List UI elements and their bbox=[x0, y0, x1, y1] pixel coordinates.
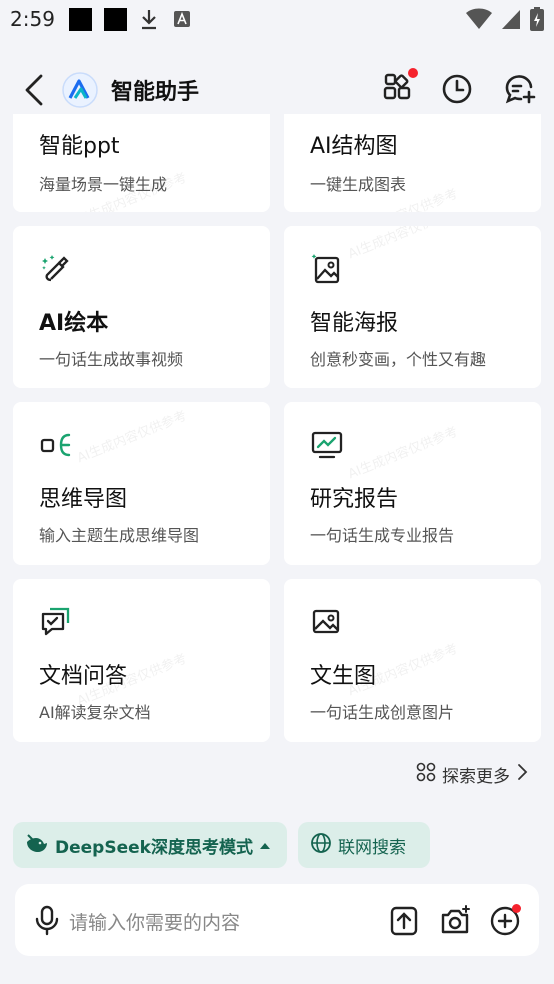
poster-image-icon bbox=[310, 252, 344, 286]
camera-icon[interactable] bbox=[439, 904, 471, 936]
card-research-report[interactable]: 研究报告 一句话生成专业报告 AI生成内容仅供参考 bbox=[284, 402, 541, 565]
ai-watermark: AI生成内容仅供参考 bbox=[346, 424, 461, 483]
magic-brush-icon bbox=[39, 252, 73, 286]
new-chat-icon[interactable] bbox=[503, 72, 537, 106]
mind-map-icon bbox=[39, 428, 73, 462]
card-mind-map[interactable]: 思维导图 输入主题生成思维导图 AI生成内容仅供参考 bbox=[13, 402, 270, 565]
notification-square-icon bbox=[103, 7, 127, 31]
card-title: 文档问答 bbox=[39, 664, 128, 689]
app-logo-icon bbox=[62, 72, 98, 108]
status-time: 2:59 bbox=[10, 7, 55, 31]
chevron-right-icon bbox=[516, 763, 528, 786]
notification-square-icon bbox=[68, 7, 92, 31]
ai-watermark: AI生成内容仅供参考 bbox=[75, 408, 190, 467]
notification-dot bbox=[512, 904, 521, 913]
page-title: 智能助手 bbox=[111, 80, 200, 105]
back-chevron-icon[interactable] bbox=[22, 73, 48, 107]
microphone-icon[interactable] bbox=[31, 904, 63, 936]
explore-more-label: 探索更多 bbox=[442, 767, 510, 787]
card-smart-ppt[interactable]: 智能ppt 海量场景一键生成 AI生成内容仅供参考 bbox=[13, 114, 270, 212]
web-search-label: 联网搜索 bbox=[338, 837, 406, 858]
caret-up-icon bbox=[259, 835, 271, 855]
card-title: 研究报告 bbox=[310, 487, 399, 512]
upload-file-icon[interactable] bbox=[388, 904, 420, 936]
deepseek-mode-button[interactable]: DeepSeek深度思考模式 bbox=[13, 822, 287, 868]
status-right bbox=[466, 7, 544, 35]
card-ai-structure[interactable]: AI结构图 一键生成图表 AI生成内容仅供参考 bbox=[284, 114, 541, 212]
download-icon bbox=[139, 8, 159, 30]
deepseek-mode-label: DeepSeek深度思考模式 bbox=[55, 837, 253, 858]
card-title: AI绘本 bbox=[39, 311, 109, 336]
card-ai-picture-book[interactable]: AI绘本 一句话生成故事视频 bbox=[13, 226, 270, 388]
card-subtitle: 一句话生成故事视频 bbox=[39, 350, 184, 369]
card-doc-qa[interactable]: 文档问答 AI解读复杂文档 AI生成内容仅供参考 bbox=[13, 579, 270, 742]
card-title: 智能海报 bbox=[310, 311, 399, 336]
card-title: 文生图 bbox=[310, 664, 377, 689]
battery-charging-icon bbox=[530, 7, 544, 35]
apps-grid-small-icon bbox=[416, 762, 436, 787]
deepseek-whale-icon bbox=[25, 832, 49, 859]
card-subtitle: 输入主题生成思维导图 bbox=[39, 526, 200, 545]
card-subtitle: 海量场景一键生成 bbox=[39, 175, 168, 194]
card-subtitle: AI解读复杂文档 bbox=[39, 703, 151, 722]
chart-report-icon bbox=[310, 428, 344, 462]
app-bar: 智能助手 bbox=[0, 60, 554, 118]
globe-icon bbox=[310, 832, 332, 859]
card-subtitle: 一句话生成创意图片 bbox=[310, 703, 455, 722]
wifi-icon bbox=[466, 8, 492, 34]
ai-watermark: AI生成内容仅供参考 bbox=[346, 226, 461, 263]
image-icon bbox=[310, 605, 344, 639]
card-text-to-image[interactable]: 文生图 一句话生成创意图片 AI生成内容仅供参考 bbox=[284, 579, 541, 742]
history-clock-icon[interactable] bbox=[440, 72, 474, 106]
card-subtitle: 一键生成图表 bbox=[310, 175, 407, 194]
signal-icon bbox=[500, 8, 522, 34]
status-bar: 2:59 bbox=[0, 0, 554, 38]
doc-chat-icon bbox=[39, 605, 73, 639]
card-subtitle: 创意秒变画，个性又有趣 bbox=[310, 350, 487, 369]
chat-input-bar[interactable]: 请输入你需要的内容 bbox=[15, 884, 539, 956]
card-title: 思维导图 bbox=[39, 487, 128, 512]
card-subtitle: 一句话生成专业报告 bbox=[310, 526, 455, 545]
web-search-button[interactable]: 联网搜索 bbox=[298, 822, 430, 868]
keyboard-a-icon bbox=[173, 10, 191, 28]
notification-dot bbox=[408, 68, 418, 78]
card-title: 智能ppt bbox=[39, 134, 120, 159]
card-smart-poster[interactable]: 智能海报 创意秒变画，个性又有趣 AI生成内容仅供参考 bbox=[284, 226, 541, 388]
card-title: AI结构图 bbox=[310, 134, 398, 159]
chat-input-placeholder[interactable]: 请输入你需要的内容 bbox=[69, 908, 240, 935]
explore-more-link[interactable]: 探索更多 bbox=[416, 762, 528, 787]
